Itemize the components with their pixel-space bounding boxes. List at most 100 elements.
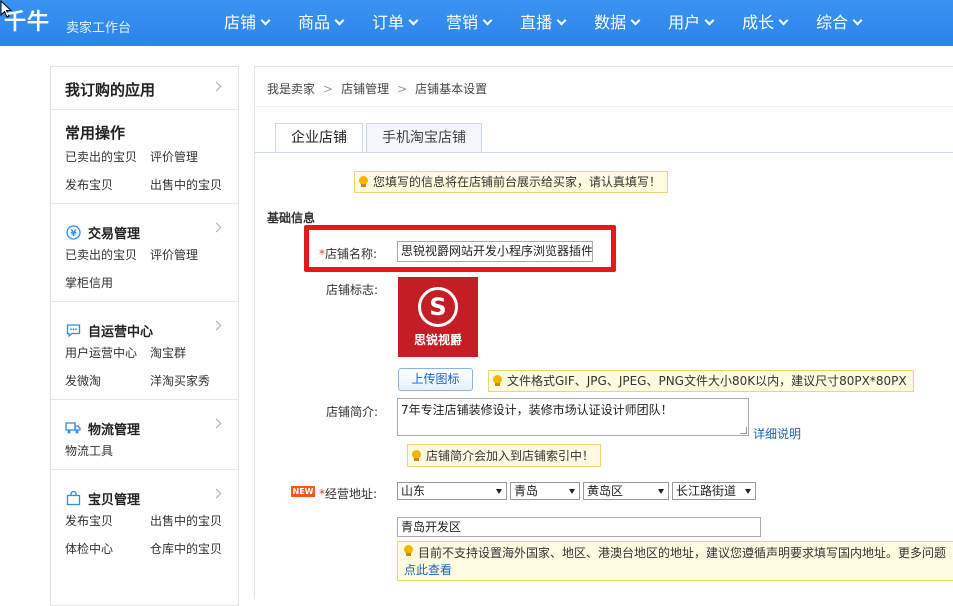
- self-op-title[interactable]: 自运营中心: [88, 321, 153, 340]
- sidebar-goods: 宝贝管理 发布宝贝 出售中的宝贝 体检中心 仓库中的宝贝: [51, 470, 238, 567]
- district-select[interactable]: 黄岛区: [583, 482, 669, 500]
- shop-name-label: *店铺名称:: [319, 247, 378, 261]
- nav-orders[interactable]: 订单: [372, 0, 419, 46]
- sidebar-link[interactable]: 物流工具: [65, 442, 150, 459]
- upload-logo-button[interactable]: 上传图标: [398, 368, 473, 391]
- sidebar-link[interactable]: 体检中心: [65, 540, 150, 557]
- sidebar-link[interactable]: 用户运营中心: [65, 344, 150, 361]
- chevron-down-icon: [630, 15, 641, 26]
- nav-goods[interactable]: 商品: [298, 0, 345, 46]
- nav-general[interactable]: 综合: [816, 0, 863, 46]
- sidebar-self-op: 自运营中心 用户运营中心 淘宝群 发微淘 洋淘买家秀: [51, 302, 238, 400]
- chevron-down-icon: [408, 15, 419, 26]
- my-apps-title[interactable]: 我订购的应用: [51, 67, 238, 109]
- upload-tip: 文件格式GIF、JPG、JPEG、PNG文件大小80K以内，建议尺寸80PX*8…: [488, 370, 914, 392]
- sidebar-link[interactable]: 发布宝贝: [65, 176, 150, 193]
- app-subtitle: 卖家工作台: [66, 21, 132, 36]
- lightbulb-icon: [359, 176, 368, 188]
- chevron-down-icon: [704, 15, 715, 26]
- breadcrumb-item[interactable]: 我是卖家: [267, 82, 315, 96]
- breadcrumb-item[interactable]: 店铺管理: [341, 82, 389, 96]
- breadcrumb-separator: >: [397, 82, 408, 96]
- nav-data[interactable]: 数据: [594, 0, 641, 46]
- notice-text: 您填写的信息将在店铺前台展示给买家，请认真填写！: [373, 175, 662, 189]
- sidebar-link[interactable]: 已卖出的宝贝: [65, 148, 150, 165]
- city-select[interactable]: 青岛: [510, 482, 580, 500]
- sidebar-my-apps[interactable]: 我订购的应用: [51, 67, 238, 110]
- goods-title[interactable]: 宝贝管理: [88, 489, 140, 508]
- address-label: *经营地址:: [319, 487, 378, 501]
- lightbulb-icon: [404, 545, 413, 557]
- sidebar-link[interactable]: 评价管理: [150, 246, 240, 263]
- sidebar-link[interactable]: 淘宝群: [150, 344, 240, 361]
- common-ops-title: 常用操作: [65, 124, 126, 142]
- new-badge: NEW: [291, 486, 315, 497]
- lightbulb-icon: [412, 449, 421, 462]
- sidebar-link[interactable]: 发布宝贝: [65, 512, 150, 529]
- divider: [255, 152, 953, 153]
- street-select[interactable]: 长江路街道: [672, 482, 756, 500]
- intro-tip: 店铺简介会加入到店铺索引中！: [407, 444, 602, 467]
- info-notice: 您填写的信息将在店铺前台展示给买家，请认真填写！: [354, 171, 669, 193]
- tab-mobile-shop[interactable]: 手机淘宝店铺: [366, 123, 482, 152]
- dropdown-arrow-icon: [496, 489, 502, 494]
- nav-users[interactable]: 用户: [668, 0, 715, 46]
- sidebar-link[interactable]: 评价管理: [150, 148, 240, 165]
- tab-enterprise-shop[interactable]: 企业店铺: [275, 123, 363, 153]
- svg-text:¥: ¥: [70, 229, 77, 239]
- sidebar-link[interactable]: 已卖出的宝贝: [65, 246, 150, 263]
- chevron-down-icon: [556, 15, 567, 26]
- breadcrumb-item: 店铺基本设置: [415, 82, 488, 96]
- main-content: 我是卖家 > 店铺管理 > 店铺基本设置 企业店铺 手机淘宝店铺 您填写的信息将在店铺前…: [254, 66, 953, 599]
- address-detail-input[interactable]: 青岛开发区: [397, 517, 761, 537]
- lightbulb-icon: [493, 375, 502, 387]
- resize-handle-icon[interactable]: [740, 427, 747, 434]
- sidebar: 我订购的应用 常用操作 已卖出的宝贝 评价管理 发布宝贝 出售中的宝贝 ¥ 交易…: [50, 66, 239, 606]
- sidebar-link[interactable]: 出售中的宝贝: [150, 512, 240, 529]
- section-title: 基础信息: [267, 211, 316, 225]
- divider: [255, 106, 953, 107]
- sidebar-common-ops: 常用操作 已卖出的宝贝 评价管理 发布宝贝 出售中的宝贝: [51, 110, 238, 204]
- yuan-icon: ¥: [65, 224, 81, 240]
- nav-shop[interactable]: 店铺: [224, 0, 271, 46]
- truck-icon: [65, 420, 81, 436]
- dropdown-arrow-icon: [569, 489, 575, 494]
- province-select[interactable]: 山东: [397, 482, 507, 500]
- breadcrumb-separator: >: [323, 82, 334, 96]
- detail-help-link[interactable]: 详细说明: [753, 425, 801, 442]
- chevron-down-icon: [482, 15, 493, 26]
- sidebar-logistics: 物流管理 物流工具: [51, 400, 238, 470]
- chevron-down-icon: [334, 15, 345, 26]
- bag-icon: [65, 490, 81, 506]
- nav-marketing[interactable]: 营销: [446, 0, 493, 46]
- logo-brand-text: 思锐视爵: [413, 332, 462, 347]
- nav-live[interactable]: 直播: [520, 0, 567, 46]
- dropdown-arrow-icon: [658, 489, 664, 494]
- chat-icon: [65, 322, 81, 338]
- shop-name-input[interactable]: 思锐视爵网站开发小程序浏览器插件: [397, 241, 593, 262]
- chevron-down-icon: [852, 15, 863, 26]
- shop-intro-textarea[interactable]: 7年专注店铺装修设计，装修市场认证设计师团队！: [397, 398, 749, 436]
- sidebar-trade: ¥ 交易管理 已卖出的宝贝 评价管理 掌柜信用: [51, 204, 238, 302]
- tab-bar: 企业店铺 手机淘宝店铺: [275, 123, 485, 153]
- sidebar-link[interactable]: 出售中的宝贝: [150, 176, 240, 193]
- trade-title[interactable]: 交易管理: [88, 223, 140, 242]
- dropdown-arrow-icon: [745, 489, 751, 494]
- breadcrumb: 我是卖家 > 店铺管理 > 店铺基本设置: [267, 80, 487, 97]
- main-nav: 店铺 商品 订单 营销 直播 数据 用户 成长 综合: [224, 0, 890, 46]
- chevron-down-icon: [260, 15, 271, 26]
- sidebar-link[interactable]: 仓库中的宝贝: [150, 540, 240, 557]
- top-navigation-bar: 千牛 卖家工作台 店铺 商品 订单 营销 直播 数据 用户 成长 综合: [0, 0, 953, 46]
- logo-s-mark: S: [418, 286, 458, 327]
- shop-logo-label: 店铺标志:: [326, 283, 379, 297]
- app-logo[interactable]: 千牛: [4, 4, 50, 36]
- shop-logo-image: S 思锐视爵: [398, 277, 478, 357]
- address-warning: 目前不支持设置海外国家、地区、港澳台地区的地址，建议您遵循声明要求填写国内地址。…: [397, 541, 953, 581]
- sidebar-link[interactable]: 发微淘: [65, 372, 150, 389]
- chevron-down-icon: [778, 15, 789, 26]
- sidebar-link[interactable]: 掌柜信用: [65, 274, 150, 291]
- logistics-title[interactable]: 物流管理: [88, 419, 140, 438]
- view-more-link[interactable]: 点此查看: [404, 563, 452, 577]
- nav-growth[interactable]: 成长: [742, 0, 789, 46]
- sidebar-link[interactable]: 洋淘买家秀: [150, 372, 240, 389]
